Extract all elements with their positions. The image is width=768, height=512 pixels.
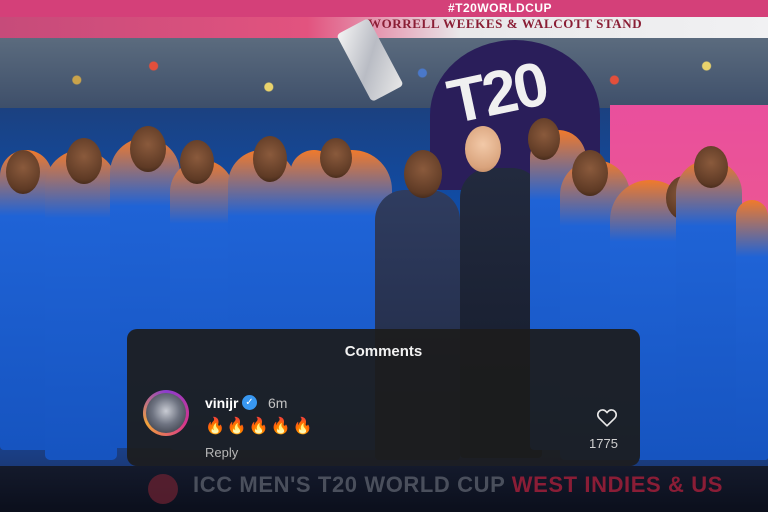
event-banner-text: ICC MEN'S T20 WORLD CUP WEST INDIES & US	[193, 472, 723, 498]
stadium-hashtag: #T20WORLDCUP	[448, 1, 553, 15]
stadium-stand-name: WORRELL WEEKES & WALCOTT STAND	[368, 16, 643, 31]
player-head	[694, 146, 728, 188]
like-count: 1775	[589, 436, 618, 451]
heart-outline-icon[interactable]	[596, 407, 618, 429]
avatar[interactable]	[143, 390, 189, 436]
player-head	[528, 118, 560, 160]
player-figure	[736, 200, 768, 460]
player-figure	[676, 160, 742, 460]
official-head	[404, 150, 442, 198]
comments-title: Comments	[344, 343, 423, 360]
player-head	[320, 138, 352, 178]
player-head	[253, 136, 287, 182]
avatar-photo	[146, 393, 186, 433]
event-banner-accent: WEST INDIES & US	[511, 472, 723, 497]
player-head	[130, 126, 166, 172]
comment-timestamp: 6m	[268, 395, 288, 411]
official-head	[465, 126, 501, 172]
player-head	[66, 138, 102, 184]
verified-badge-icon: ✓	[242, 395, 257, 410]
player-head	[6, 150, 40, 194]
player-head	[180, 140, 214, 184]
icc-logo-icon	[148, 474, 178, 504]
reply-button[interactable]: Reply	[205, 445, 238, 460]
comments-panel: Comments vinijr ✓ 6m 🔥🔥🔥🔥🔥 Reply 1775	[127, 329, 640, 466]
comment-username[interactable]: vinijr	[205, 395, 238, 411]
stadium-pink-strip	[0, 0, 768, 17]
player-figure	[45, 150, 117, 460]
player-head	[572, 150, 608, 196]
comment-text: 🔥🔥🔥🔥🔥	[205, 418, 315, 435]
event-banner-main: ICC MEN'S T20 WORLD CUP	[193, 472, 505, 497]
